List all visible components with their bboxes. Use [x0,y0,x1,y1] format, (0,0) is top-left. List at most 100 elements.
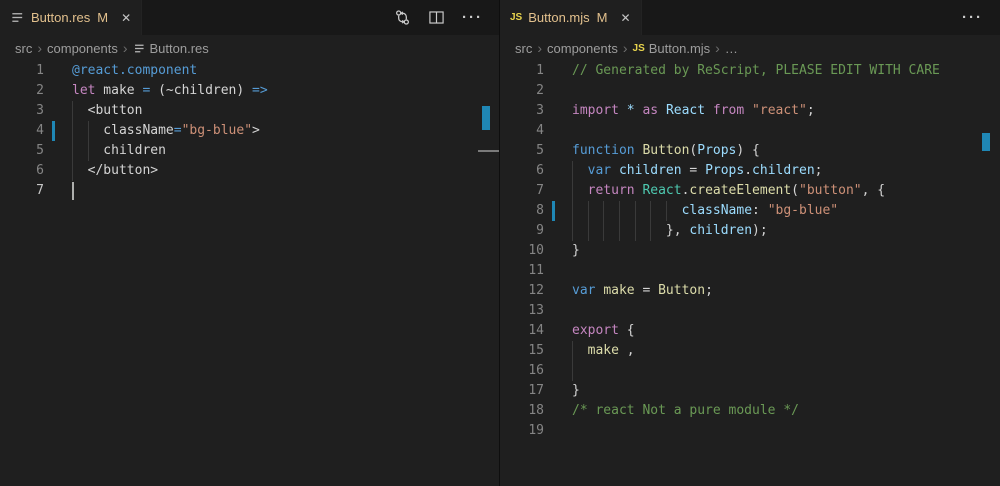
code-line[interactable]: 4 className="bg-blue"> [0,121,500,141]
line-number[interactable]: 19 [500,421,544,441]
line-number[interactable]: 5 [500,141,544,161]
line-number[interactable]: 14 [500,321,544,341]
more-actions-icon[interactable]: ··· [962,10,983,25]
code-line[interactable]: 5 children [0,141,500,161]
code-line[interactable]: 10} [500,241,1000,261]
gutter-decorations [544,61,572,81]
line-number[interactable]: 6 [500,161,544,181]
gutter-decorations [544,181,572,201]
chevron-right-icon: › [710,41,725,55]
overview-modified-marker [982,133,990,151]
open-changes-icon[interactable] [394,9,411,26]
line-number[interactable]: 1 [0,61,44,81]
code-line[interactable]: 2let make = (~children) => [0,81,500,101]
code-line[interactable]: 3 <button [0,101,500,121]
line-number[interactable]: 10 [500,241,544,261]
breadcrumb-item-components[interactable]: components [547,41,618,56]
line-number[interactable]: 9 [500,221,544,241]
code-line[interactable]: 2 [500,81,1000,101]
code-editor[interactable]: 1// Generated by ReScript, PLEASE EDIT W… [500,61,1000,486]
code-text [572,361,1000,381]
code-line[interactable]: 8 className: "bg-blue" [500,201,1000,221]
line-number[interactable]: 1 [500,61,544,81]
code-line[interactable]: 14export { [500,321,1000,341]
line-number[interactable]: 18 [500,401,544,421]
line-number[interactable]: 4 [0,121,44,141]
code-line[interactable]: 11 [500,261,1000,281]
code-token: let [72,83,95,98]
line-number[interactable]: 15 [500,341,544,361]
code-line[interactable]: 1@react.component [0,61,500,81]
code-line[interactable]: 6 var children = Props.children; [500,161,1000,181]
code-token: }, [666,223,689,238]
indent-guide [666,201,667,221]
overview-ruler[interactable] [978,61,1000,486]
code-line[interactable]: 13 [500,301,1000,321]
line-number[interactable]: 2 [500,81,544,101]
line-number[interactable]: 3 [0,101,44,121]
breadcrumb-item-components[interactable]: components [47,41,118,56]
code-line[interactable]: 9 }, children); [500,221,1000,241]
editor-actions: ··· [962,0,1000,35]
code-line[interactable]: 3import * as React from "react"; [500,101,1000,121]
line-number[interactable]: 2 [0,81,44,101]
line-number[interactable]: 7 [0,181,44,201]
indent-guide [88,141,89,161]
line-number[interactable]: 8 [500,201,544,221]
code-token: as [642,103,658,118]
code-token: . [744,163,752,178]
line-number[interactable]: 6 [0,161,44,181]
breadcrumb-item-src[interactable]: src [15,41,32,56]
gutter-decorations [544,221,572,241]
code-line[interactable]: 5function Button(Props) { [500,141,1000,161]
gutter-decorations [544,401,572,421]
code-text: var make = Button; [572,281,1000,301]
gutter-decorations [44,181,72,201]
gutter-decorations [544,361,572,381]
modified-badge: M [597,10,608,25]
breadcrumb-item-src[interactable]: src [515,41,532,56]
code-line[interactable]: 6 </button> [0,161,500,181]
code-line[interactable]: 1// Generated by ReScript, PLEASE EDIT W… [500,61,1000,81]
code-token [611,163,619,178]
breadcrumb-item-file[interactable]: Button.mjs [649,41,710,56]
line-number[interactable]: 17 [500,381,544,401]
code-line[interactable]: 12 var make = Button; [500,281,1000,301]
code-line[interactable]: 7 [0,181,500,201]
code-token: , { [862,183,885,198]
line-number[interactable]: 16 [500,361,544,381]
tab-button-res[interactable]: Button.res M ✕ [0,0,142,35]
breadcrumb-item-file[interactable]: Button.res [150,41,209,56]
code-line[interactable]: 4 [500,121,1000,141]
close-icon[interactable]: ✕ [121,12,131,24]
indent-guide [588,201,589,221]
gutter-decorations [44,81,72,101]
line-number[interactable]: 4 [500,121,544,141]
code-text [572,121,1000,141]
close-icon[interactable]: ✕ [621,12,631,24]
line-number[interactable]: 11 [500,261,544,281]
code-line[interactable]: 18/* react Not a pure module */ [500,401,1000,421]
line-number[interactable]: 12 [500,281,544,301]
editor-area: Button.res M ✕ [0,0,1000,486]
line-number[interactable]: 3 [500,101,544,121]
breadcrumb-item-symbol[interactable]: … [725,41,738,56]
tab-button-mjs[interactable]: JS Button.mjs M ✕ [500,0,642,35]
code-line[interactable]: 7 return React.createElement("button", { [500,181,1000,201]
code-line[interactable]: 17} [500,381,1000,401]
line-number[interactable]: 13 [500,301,544,321]
line-number[interactable]: 7 [500,181,544,201]
overview-ruler[interactable] [478,61,500,486]
code-token: = [682,163,705,178]
code-line[interactable]: 15 make , [500,341,1000,361]
code-line[interactable]: 19 [500,421,1000,441]
code-token: import [572,103,619,118]
code-editor[interactable]: 1@react.component2let make = (~children)… [0,61,500,486]
split-editor-icon[interactable] [428,9,445,26]
code-token: Button [642,143,689,158]
chevron-right-icon: › [118,41,133,55]
code-token: ( [791,183,799,198]
code-line[interactable]: 16 [500,361,1000,381]
line-number[interactable]: 5 [0,141,44,161]
more-actions-icon[interactable]: ··· [462,10,483,25]
